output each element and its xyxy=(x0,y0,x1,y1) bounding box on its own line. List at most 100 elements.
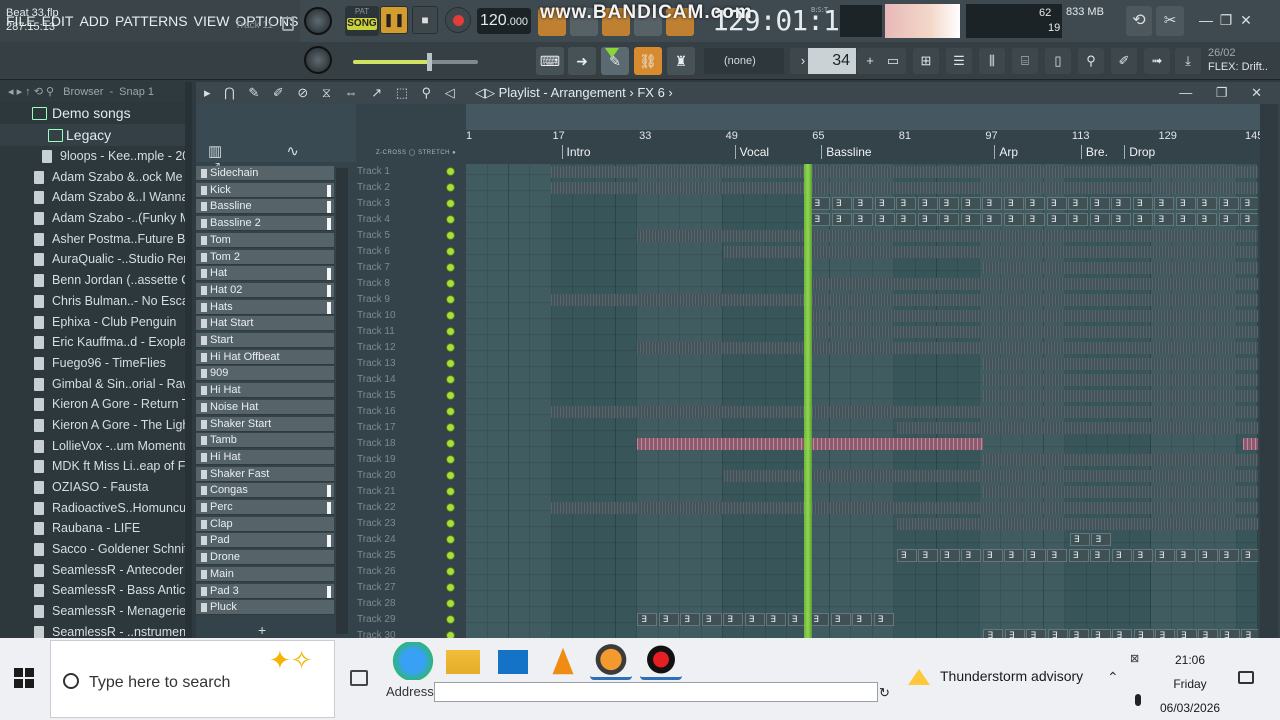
arrow-right-icon[interactable]: ➜ xyxy=(568,47,596,75)
pattern-clip[interactable] xyxy=(983,454,1258,466)
pattern-clip[interactable]: ∃ xyxy=(637,613,658,626)
record-button[interactable] xyxy=(445,7,471,33)
channel-button[interactable]: Hat xyxy=(196,266,334,282)
pattern-clip[interactable]: ∃ xyxy=(874,197,895,210)
crossfade-labels[interactable]: Z-CROSS ◯ STRETCH ● xyxy=(376,149,456,156)
track-label[interactable]: Track 6 xyxy=(354,244,454,260)
bandicam-taskbar-icon[interactable] xyxy=(640,642,682,680)
track-label[interactable]: Track 16 xyxy=(354,404,454,420)
pattern-clip[interactable]: ∃ xyxy=(1197,197,1218,210)
channel-scrollbar[interactable] xyxy=(336,168,348,634)
track-label[interactable]: Track 20 xyxy=(354,468,454,484)
channel-button[interactable]: Drone xyxy=(196,550,334,566)
channel-button[interactable]: Pad xyxy=(196,533,334,549)
pattern-clip[interactable] xyxy=(983,358,1258,370)
pattern-clip[interactable]: ∃ xyxy=(1197,549,1218,562)
track-mute-led[interactable] xyxy=(446,343,455,352)
track-mute-led[interactable] xyxy=(446,231,455,240)
pattern-clip[interactable]: ∃ xyxy=(961,549,982,562)
tempo-display[interactable]: 120.000 xyxy=(477,8,531,34)
track-mute-led[interactable] xyxy=(446,199,455,208)
channel-button[interactable]: Tamb xyxy=(196,433,334,449)
pattern-clip[interactable]: ∃ xyxy=(1133,549,1154,562)
send-icon[interactable]: ➟ xyxy=(1144,48,1170,74)
pattern-clip[interactable]: ∃ xyxy=(1025,549,1046,562)
pattern-clip[interactable]: ∃ xyxy=(1132,197,1153,210)
track-mute-led[interactable] xyxy=(446,471,455,480)
browser-file[interactable]: Ephixa - Club Penguin xyxy=(0,312,192,333)
pattern-clip[interactable]: ∃ xyxy=(983,629,1004,638)
pattern-clip[interactable]: ∃ xyxy=(1241,629,1258,638)
song-time-display[interactable]: 129:01:10 B:S:T xyxy=(712,4,856,38)
browser-file[interactable]: Sacco - Goldener Schnitt xyxy=(0,539,192,560)
track-label[interactable]: Track 7 xyxy=(354,260,454,276)
track-label[interactable]: Track 14 xyxy=(354,372,454,388)
play-button[interactable]: ❚❚ xyxy=(380,6,408,34)
channel-button[interactable]: Shaker Fast xyxy=(196,466,334,482)
arrangement-grid[interactable]: ∃ ∃ ∃ ∃ ∃ ∃ ∃ ∃ ∃ ∃ ∃ ∃ ∃ ∃ ∃ ∃ ∃ ∃ ∃ ∃ ∃ ∃ ∃ ∃ ∃ ∃ ∃ ∃ ∃ ∃ ∃ ∃ ∃ ∃ ∃ ∃ ∃ ∃ ∃ ∃… xyxy=(466,164,1258,638)
menu-item-view[interactable]: VIEW xyxy=(194,13,230,29)
pattern-clip[interactable]: ∃ xyxy=(982,213,1003,226)
pattern-clip[interactable]: ∃ xyxy=(1240,213,1258,226)
timeline-ruler[interactable]: 1173349658197113129145161177193209225241… xyxy=(466,130,1268,162)
plugin-icon[interactable]: ⚲ xyxy=(1078,48,1104,74)
pattern-clip[interactable]: ∃ xyxy=(1240,197,1258,210)
track-mute-led[interactable] xyxy=(446,279,455,288)
channel-button[interactable]: Pluck xyxy=(196,600,334,616)
menu-item-add[interactable]: ADD xyxy=(79,13,109,29)
pattern-clip[interactable]: ∃ xyxy=(896,213,917,226)
pattern-clip[interactable] xyxy=(983,374,1258,386)
browser-file[interactable]: SeamlessR - Bass Antics xyxy=(0,580,192,601)
track-label[interactable]: Track 3 xyxy=(354,196,454,212)
pattern-clip[interactable]: ∃ xyxy=(1069,629,1090,638)
browser-scrollbar[interactable] xyxy=(185,82,192,638)
pattern-clip[interactable]: ∃ xyxy=(982,197,1003,210)
browser-file[interactable]: Eric Kauffma..d - Exoplanet xyxy=(0,332,192,353)
pattern-clip[interactable]: ∃ xyxy=(810,213,831,226)
weather-text[interactable]: Thunderstorm advisory xyxy=(940,668,1083,684)
track-mute-led[interactable] xyxy=(446,631,455,638)
pattern-clip[interactable]: ∃ xyxy=(1154,549,1175,562)
channel-button[interactable]: Sidechain xyxy=(196,166,334,181)
playhead[interactable] xyxy=(804,164,812,638)
browser-file[interactable]: Benn Jordan (..assette Cafe xyxy=(0,270,192,291)
track-mute-led[interactable] xyxy=(446,519,455,528)
pattern-clip[interactable]: ∃ xyxy=(1004,549,1025,562)
arrangement-marker[interactable]: Drop xyxy=(1124,145,1155,159)
track-label[interactable]: Track 26 xyxy=(354,564,454,580)
browser-file[interactable]: Kieron A Gore - Return To xyxy=(0,394,192,415)
channel-button[interactable]: Hi Hat Offbeat xyxy=(196,349,334,365)
folder-legacy[interactable]: Legacy xyxy=(0,124,192,146)
track-label[interactable]: Track 12 xyxy=(354,340,454,356)
pattern-clip[interactable]: ∃ xyxy=(1154,197,1175,210)
vlc-icon[interactable] xyxy=(552,647,574,675)
track-label[interactable]: Track 19 xyxy=(354,452,454,468)
browser-file[interactable]: LollieVox -..um Momentum xyxy=(0,436,192,457)
pattern-clip[interactable]: ∃ xyxy=(896,197,917,210)
pattern-clip[interactable]: ∃ xyxy=(1025,197,1046,210)
windows-start-icon[interactable] xyxy=(14,668,34,688)
playlist-window-controls[interactable]: — ❐ ✕ xyxy=(1179,82,1272,104)
pattern-clip[interactable] xyxy=(550,294,1258,306)
piano-roll-icon[interactable]: ⌨ xyxy=(536,47,564,75)
pattern-clip[interactable] xyxy=(896,518,1258,530)
pattern-clip[interactable] xyxy=(810,278,1258,290)
pattern-clip[interactable]: ∃ xyxy=(1091,533,1112,546)
pattern-clip[interactable]: ∃ xyxy=(1175,197,1196,210)
pattern-clip[interactable]: ∃ xyxy=(1198,629,1219,638)
channel-button[interactable]: Tom 2 xyxy=(196,249,334,265)
pattern-clip[interactable]: ∃ xyxy=(810,197,831,210)
pattern-clip[interactable]: ∃ xyxy=(939,549,960,562)
lock-icon[interactable] xyxy=(282,17,294,31)
track-mute-led[interactable] xyxy=(446,567,455,576)
pattern-clip[interactable] xyxy=(550,406,1258,418)
track-mute-led[interactable] xyxy=(446,503,455,512)
pattern-clip[interactable] xyxy=(983,486,1258,498)
track-mute-led[interactable] xyxy=(446,535,455,544)
pattern-clip[interactable]: ∃ xyxy=(1004,629,1025,638)
fl-studio-taskbar-icon[interactable] xyxy=(590,642,632,680)
pattern-clip[interactable]: ∃ xyxy=(939,197,960,210)
track-mute-led[interactable] xyxy=(446,599,455,608)
master-volume-knob[interactable] xyxy=(304,7,332,35)
channel-button[interactable]: Bassline 2 xyxy=(196,216,334,232)
